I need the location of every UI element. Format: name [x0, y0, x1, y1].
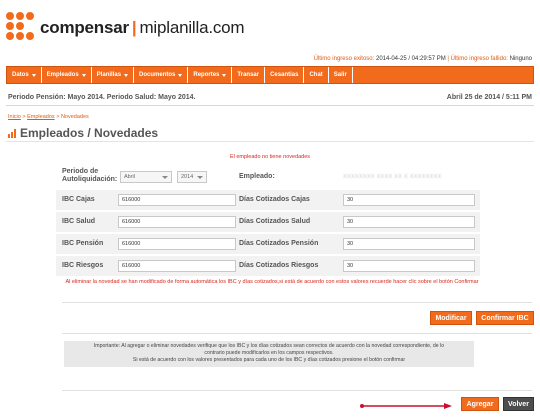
ibc-pension-input[interactable]: 616000: [118, 238, 236, 250]
nav-item-salir[interactable]: Salir: [329, 67, 353, 83]
page-title-part2: Novedades: [94, 126, 159, 140]
breadcrumb-home-link[interactable]: Inicio: [8, 114, 21, 120]
breadcrumb-separator: >: [56, 114, 60, 120]
important-info-box: Importante: Al agregar o eliminar noveda…: [64, 341, 474, 367]
ibc-riesgos-label: IBC Riesgos: [62, 262, 104, 269]
month-select-value: Abril: [124, 174, 136, 180]
back-button[interactable]: Volver: [503, 397, 534, 411]
last-login-failed-value: Ninguno: [509, 56, 532, 62]
page-title-sep: /: [84, 126, 95, 140]
nav-item-reportes[interactable]: Reportes: [188, 67, 233, 83]
employee-label: Empleado:: [239, 173, 275, 180]
add-button[interactable]: Agregar: [461, 397, 499, 411]
login-info-divider: |: [447, 56, 449, 62]
form-row-cajas: IBC Cajas 616000 Días Cotizados Cajas 30: [56, 190, 480, 210]
divider: [62, 302, 532, 303]
logo-dots-icon: [6, 12, 36, 42]
employee-name-masked: XXXXXXXX XXXX XX X XXXXXXXX: [343, 174, 442, 180]
period-info: Periodo Pensión: Mayo 2014. Periodo Salu…: [8, 94, 196, 101]
breadcrumb-current: Novedades: [60, 114, 89, 120]
ibc-riesgos-input[interactable]: 616000: [118, 260, 236, 272]
modify-button[interactable]: Modificar: [430, 311, 472, 325]
page-title: Empleados / Novedades: [8, 126, 158, 140]
ibc-pension-label: IBC Pensión: [62, 240, 104, 247]
chevron-down-icon: [197, 176, 203, 179]
nav-item-cesantias[interactable]: Cesantias: [265, 67, 305, 83]
divider: [62, 333, 532, 334]
nav-item-chat[interactable]: Chat: [304, 67, 329, 83]
caret-down-icon: [31, 73, 36, 77]
main-nav: Datos Empleados Planillas Documentos Rep…: [6, 66, 534, 84]
nav-item-label: Transar: [237, 72, 260, 78]
delete-notice: Al eliminar la novedad se han modificado…: [65, 279, 479, 285]
ibc-cajas-input[interactable]: 616000: [118, 194, 236, 206]
caret-down-icon: [124, 73, 129, 77]
nav-item-label: Cesantias: [270, 72, 299, 78]
nav-item-documentos[interactable]: Documentos: [134, 67, 189, 83]
brand-product: miplanilla.com: [139, 18, 245, 37]
period-bar: Periodo Pensión: Mayo 2014. Periodo Salu…: [6, 92, 534, 106]
confirm-ibc-button[interactable]: Confirmar IBC: [476, 311, 534, 325]
year-select-value: 2014: [181, 174, 194, 180]
nav-item-empleados[interactable]: Empleados: [42, 67, 92, 83]
dias-salud-label: Días Cotizados Salud: [239, 218, 311, 225]
nav-item-label: Chat: [309, 72, 323, 78]
breadcrumb: Inicio > Empleados > Novedades: [8, 114, 89, 120]
form-row-riesgos: IBC Riesgos 616000 Días Cotizados Riesgo…: [56, 256, 480, 276]
no-news-notice: El empleado no tiene novedades: [229, 154, 311, 160]
pointer-arrow-icon: [360, 403, 452, 409]
caret-down-icon: [222, 73, 227, 77]
breadcrumb-empleados-link[interactable]: Empleados: [27, 114, 55, 120]
divider: [62, 390, 532, 391]
dias-salud-input[interactable]: 30: [343, 216, 475, 228]
info-line-2: contrario puede modificarlos en los camp…: [204, 350, 334, 356]
ibc-cajas-label: IBC Cajas: [62, 196, 95, 203]
year-select[interactable]: 2014: [177, 171, 207, 183]
nav-item-label: Planillas: [96, 72, 122, 78]
nav-item-label: Empleados: [46, 72, 79, 78]
nav-item-label: Documentos: [139, 72, 176, 78]
dias-cajas-input[interactable]: 30: [343, 194, 475, 206]
info-line-1: Importante: Al agregar o eliminar noveda…: [93, 343, 445, 349]
info-line-3: Si está de acuerdo con los valores prese…: [132, 357, 406, 363]
dias-riesgos-input[interactable]: 30: [343, 260, 475, 272]
dias-pension-input[interactable]: 30: [343, 238, 475, 250]
nav-item-transar[interactable]: Transar: [232, 67, 266, 83]
login-info: Último ingreso exitoso: 2014-04-25 / 04:…: [314, 56, 532, 62]
dias-pension-label: Días Cotizados Pensión: [239, 240, 319, 247]
period-label: Periodo de Autoliquidación:: [62, 168, 118, 183]
compensar-logo: compensar | miplanilla.com: [6, 10, 246, 50]
dias-riesgos-label: Días Cotizados Riesgos: [239, 262, 319, 269]
nav-item-label: Salir: [333, 72, 347, 78]
bars-icon: [8, 128, 17, 138]
nav-item-label: Datos: [12, 72, 29, 78]
form-row-salud: IBC Salud 616000 Días Cotizados Salud 30: [56, 212, 480, 232]
dias-cajas-label: Días Cotizados Cajas: [239, 196, 310, 203]
nav-item-planillas[interactable]: Planillas: [92, 67, 135, 83]
current-date: Abril 25 de 2014 / 5:11 PM: [446, 94, 532, 101]
caret-down-icon: [178, 73, 183, 77]
caret-down-icon: [81, 73, 86, 77]
last-login-failed-label: Último ingreso fallido:: [450, 56, 508, 62]
page-title-part1: Empleados: [20, 126, 85, 140]
nav-item-datos[interactable]: Datos: [7, 67, 42, 83]
month-select[interactable]: Abril: [120, 171, 172, 183]
title-divider: [6, 141, 534, 142]
last-login-success-label: Último ingreso exitoso:: [313, 56, 375, 62]
ibc-salud-label: IBC Salud: [62, 218, 96, 225]
nav-item-label: Reportes: [193, 72, 220, 78]
breadcrumb-separator: >: [22, 114, 26, 120]
form-row-pension: IBC Pensión 616000 Días Cotizados Pensió…: [56, 234, 480, 254]
brand-name: compensar: [40, 18, 129, 37]
chevron-down-icon: [162, 176, 168, 179]
last-login-success-value: 2014-04-25 / 04:29:57 PM: [375, 56, 446, 62]
brand-separator: |: [131, 18, 137, 37]
ibc-salud-input[interactable]: 616000: [118, 216, 236, 228]
